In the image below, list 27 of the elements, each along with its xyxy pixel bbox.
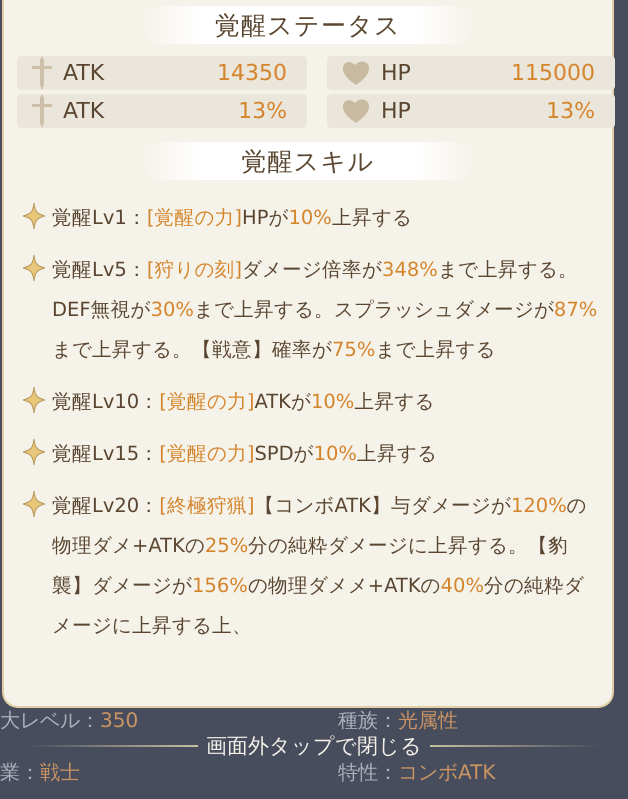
stat-label: ATK <box>63 98 106 124</box>
close-hint[interactable]: 画面外タップで閉じる <box>206 732 422 760</box>
sparkle-icon <box>22 438 46 466</box>
heart-icon <box>341 59 371 87</box>
info-text: 種族：光属性 <box>338 708 459 732</box>
sparkle-icon <box>22 202 46 230</box>
info-text: 特性：コンボATK <box>338 760 497 784</box>
skill-description: 覚醒Lv1：[覚醒の力]HPが10%上昇する <box>52 205 413 231</box>
skill-description: 覚醒Lv5：[狩りの刻]ダメージ倍率が348%まで上昇する。DEF無視が30%まで上昇する。スプラッシュダメージが87% まで上昇する。【戦意】確率が75%まで上昇する <box>52 257 598 363</box>
stat-label: ATK <box>63 60 106 86</box>
skill-description: 覚醒Lv10：[覚醒の力]ATKが10%上昇する <box>52 389 436 415</box>
stat-value: 115000 <box>511 60 595 86</box>
info-text: 業：戦士 <box>0 760 81 784</box>
skill-description: 覚醒Lv15：[覚醒の力]SPDが10%上昇する <box>52 441 438 467</box>
heart-icon <box>341 97 371 125</box>
sparkle-icon <box>22 386 46 414</box>
stat-label: HP <box>381 98 412 124</box>
sword-icon <box>31 55 53 91</box>
stat-label: HP <box>381 60 412 86</box>
sparkle-icon <box>22 254 46 282</box>
info-text: 大レベル：350 <box>0 708 140 732</box>
stat-value: 13% <box>238 98 287 124</box>
sparkle-icon <box>22 490 46 518</box>
stat-value: 13% <box>546 98 595 124</box>
stat-value: 14350 <box>217 60 287 86</box>
skill-description: 覚醒Lv20：[終極狩猟]【コンボATK】与ダメージが120%の物理ダメ+ATKの25%分の純粋ダメージに上昇する。【豹襲】ダメージが156%の物理ダメメ+ATKの40%分の純粋ダメージに上昇する上、 <box>52 493 588 639</box>
sword-icon <box>31 93 53 129</box>
